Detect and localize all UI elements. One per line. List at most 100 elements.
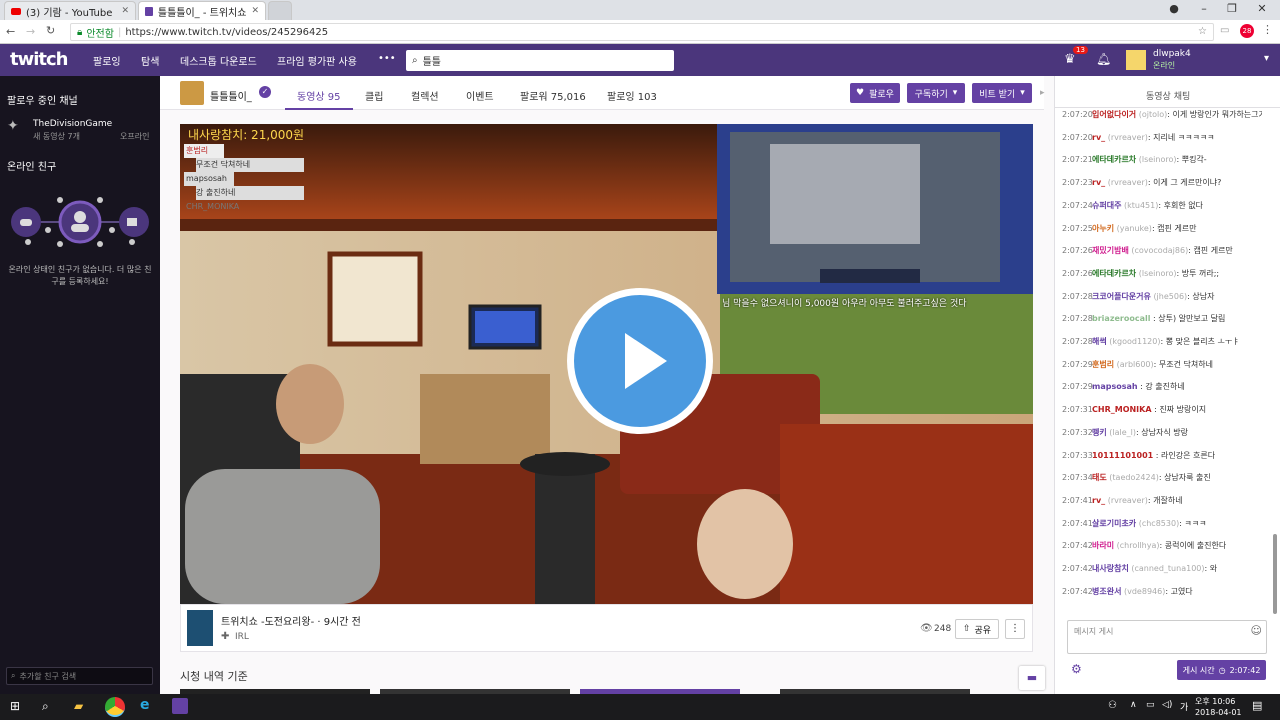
chat-username[interactable]: 10111101001: [1092, 451, 1153, 460]
back-icon[interactable]: ←: [6, 25, 15, 38]
channel-avatar[interactable]: [180, 81, 204, 105]
chevron-up-icon[interactable]: ∧: [1130, 700, 1137, 710]
nav-following[interactable]: 팔로잉: [93, 53, 121, 68]
chat-timestamp[interactable]: 2:07:25: [1062, 224, 1093, 233]
chat-timestamp[interactable]: 2:07:29: [1062, 360, 1093, 369]
chat-username[interactable]: 내사랑참치: [1092, 564, 1129, 573]
chat-timestamp[interactable]: 2:07:23: [1062, 178, 1093, 187]
channel-name[interactable]: 틀틀틀이_: [210, 88, 252, 103]
chat-username[interactable]: rv_: [1092, 496, 1105, 505]
tab-followers[interactable]: 팔로워 75,016: [520, 88, 586, 103]
chat-timestamp[interactable]: 2:07:34: [1062, 473, 1093, 482]
chat-timestamp[interactable]: 2:07:41: [1062, 519, 1093, 528]
nav-browse[interactable]: 탐색: [141, 53, 159, 68]
chat-timestamp[interactable]: 2:07:20: [1062, 110, 1093, 119]
chat-username[interactable]: rv_: [1092, 178, 1105, 187]
browser-tab-twitch[interactable]: 틀틀틀이_ - 트위치쇼 ✕: [138, 1, 266, 20]
reload-icon[interactable]: ↻: [46, 24, 55, 37]
chat-timestamp[interactable]: 2:07:20: [1062, 133, 1093, 142]
edge-icon[interactable]: e: [140, 697, 150, 713]
nav-prime-trial[interactable]: 프라임 평가판 사용: [277, 53, 357, 68]
chat-timestamp[interactable]: 2:07:28: [1062, 292, 1093, 301]
username[interactable]: dlwpak4: [1153, 49, 1191, 59]
chat-username[interactable]: briazeroocall: [1092, 314, 1150, 323]
gear-icon[interactable]: ⚙: [1071, 662, 1082, 676]
follow-button[interactable]: ♥ 팔로우: [850, 83, 900, 103]
get-bits-button[interactable]: 비트 받기 ▾: [972, 83, 1032, 103]
chat-username[interactable]: 뗑키: [1092, 428, 1107, 437]
close-window-icon[interactable]: ✕: [1248, 2, 1276, 18]
chat-username[interactable]: 크코어플다운거유: [1092, 292, 1151, 301]
chat-timestamp[interactable]: 2:07:33: [1062, 451, 1093, 460]
chat-input[interactable]: 메시지 게시 ☺: [1067, 620, 1267, 654]
crown-icon[interactable]: ♛: [1064, 52, 1076, 67]
chat-timestamp[interactable]: 2:07:42: [1062, 564, 1093, 573]
chat-username[interactable]: CHR_MONIKA: [1092, 405, 1152, 414]
chat-timestamp[interactable]: 2:07:21: [1062, 155, 1093, 164]
chat-username[interactable]: 해썩: [1092, 337, 1107, 346]
chat-username[interactable]: 에타데카르차: [1092, 155, 1136, 164]
search-icon[interactable]: ⌕: [42, 699, 49, 714]
more-options-button[interactable]: ⋮: [1005, 619, 1025, 639]
people-icon[interactable]: ⚇: [1108, 700, 1117, 711]
chat-timestamp[interactable]: 2:07:28: [1062, 314, 1093, 323]
clock-time[interactable]: 오후 10:06: [1195, 696, 1235, 707]
chat-scrollbar[interactable]: [1273, 534, 1277, 614]
chat-timestamp[interactable]: 2:07:31: [1062, 405, 1093, 414]
notification-icon[interactable]: ▤: [1252, 699, 1262, 712]
bell-icon[interactable]: 🔔︎: [1096, 52, 1111, 66]
tab-events[interactable]: 이벤트: [466, 88, 494, 103]
chat-timestamp[interactable]: 2:07:29: [1062, 382, 1093, 391]
emote-icon[interactable]: ☺: [1251, 624, 1262, 637]
windows-start-icon[interactable]: ⊞: [10, 699, 20, 713]
video-category[interactable]: IRL: [235, 632, 249, 642]
chrome-icon[interactable]: [105, 697, 125, 717]
post-time-button[interactable]: 게시 시간 ◷ 2:07:42: [1177, 660, 1266, 680]
twitch-logo[interactable]: twitch: [10, 49, 68, 70]
channel-item-name[interactable]: TheDivisionGame: [33, 119, 112, 129]
chat-timestamp[interactable]: 2:07:26: [1062, 246, 1093, 255]
avatar[interactable]: [1126, 50, 1146, 70]
minimize-icon[interactable]: –: [1190, 2, 1218, 18]
language-icon[interactable]: 가: [1180, 700, 1188, 713]
friend-search-input[interactable]: ⌕ 추가할 친구 검색: [6, 667, 153, 685]
extension-badge[interactable]: 28: [1240, 24, 1254, 38]
chat-username[interactable]: 아누키: [1092, 224, 1114, 233]
tab-collections[interactable]: 컬렉션: [411, 88, 439, 103]
chat-username[interactable]: 훈범리: [1092, 360, 1114, 369]
twitch-app-icon[interactable]: [172, 698, 188, 714]
chat-username[interactable]: 입어없다이거: [1092, 110, 1136, 119]
nav-desktop-download[interactable]: 데스크톱 다운로드: [180, 53, 257, 68]
profile-icon[interactable]: ●: [1160, 2, 1188, 18]
play-button[interactable]: [567, 288, 713, 434]
close-icon[interactable]: ✕: [121, 6, 129, 16]
chevron-right-icon[interactable]: ▸: [1040, 88, 1045, 98]
chat-timestamp[interactable]: 2:07:28: [1062, 337, 1093, 346]
video-player[interactable]: 내사랑참치: 21,000원 훈범리 무조건 닥쳐하네 mapsosah 강 출…: [180, 124, 1033, 604]
star-icon[interactable]: ☆: [1198, 26, 1207, 37]
extension-icon[interactable]: ▭: [1220, 25, 1229, 36]
close-icon[interactable]: ✕: [251, 6, 259, 16]
chat-timestamp[interactable]: 2:07:26: [1062, 269, 1093, 278]
tab-videos[interactable]: 동영상 95: [297, 88, 341, 103]
chevron-down-icon[interactable]: ▾: [1264, 53, 1269, 64]
chat-username[interactable]: 병조완서: [1092, 587, 1121, 596]
nav-more[interactable]: •••: [378, 53, 396, 64]
maximize-icon[interactable]: ❐: [1218, 2, 1246, 18]
chat-username[interactable]: mapsosah: [1092, 382, 1138, 391]
new-tab-button[interactable]: [268, 1, 292, 20]
chat-toggle-icon[interactable]: ▬: [1019, 666, 1045, 690]
game-boxart[interactable]: [187, 610, 213, 646]
chat-username[interactable]: 슈퍼대주: [1092, 201, 1121, 210]
chat-timestamp[interactable]: 2:07:24: [1062, 201, 1093, 210]
forward-icon[interactable]: →: [26, 25, 35, 38]
chat-timestamp[interactable]: 2:07:41: [1062, 496, 1093, 505]
chat-timestamp[interactable]: 2:07:32: [1062, 428, 1093, 437]
file-explorer-icon[interactable]: ▰: [74, 699, 83, 713]
chat-username[interactable]: 태도: [1092, 473, 1107, 482]
menu-icon[interactable]: ⋮: [1262, 23, 1273, 36]
share-button[interactable]: ⇧ 공유: [955, 619, 999, 639]
browser-tab-youtube[interactable]: (3) 기람 - YouTube ✕: [4, 1, 136, 20]
search-input[interactable]: ⌕ 틀틀: [406, 50, 674, 71]
volume-icon[interactable]: ◁): [1162, 700, 1172, 710]
